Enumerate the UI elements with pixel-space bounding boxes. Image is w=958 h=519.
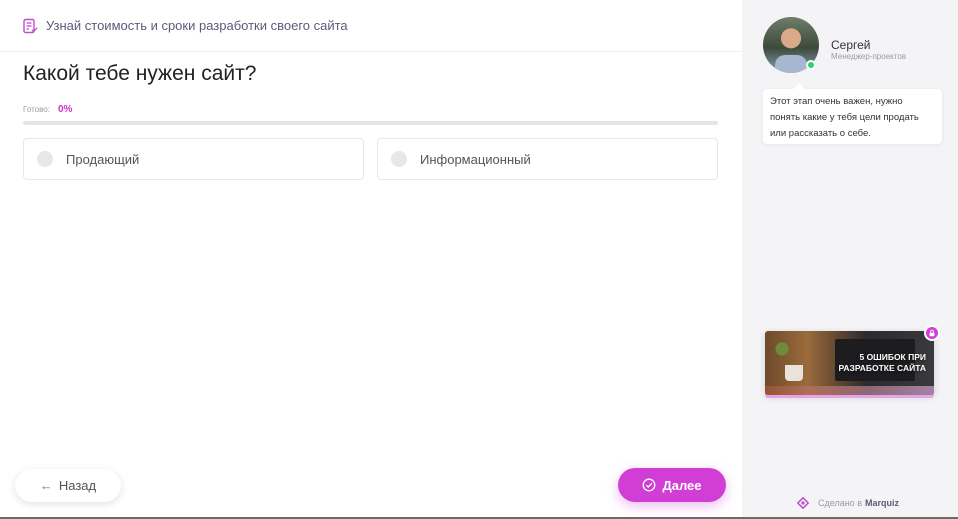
progress-percent: 0% <box>57 104 73 115</box>
quiz-header: Узнай стоимость и сроки разработки своег… <box>0 0 742 52</box>
back-button-label: Назад <box>58 478 97 493</box>
arrow-left-icon: ← <box>39 478 53 493</box>
promo-banner-text: 5 ОШИБОК ПРИ РАЗРАБОТКЕ САЙТА <box>838 352 926 373</box>
option-informational[interactable]: Информационный <box>377 138 718 180</box>
progress-bar <box>23 121 718 125</box>
manager-message: Этот этап очень важен, нужно понять каки… <box>763 83 942 144</box>
check-circle-icon <box>643 478 656 492</box>
manager-sidebar: Сергей Менеджер-проектов Этот этап очень… <box>742 0 958 519</box>
made-by-text: Сделано в <box>818 498 862 508</box>
quiz-header-title: Узнай стоимость и сроки разработки своег… <box>46 18 348 33</box>
option-radio[interactable] <box>391 151 407 167</box>
form-list-icon <box>23 18 38 33</box>
promo-banner[interactable]: 5 ОШИБОК ПРИ РАЗРАБОТКЕ САЙТА <box>765 331 934 395</box>
manager-name: Сергей <box>831 38 871 52</box>
lock-icon <box>924 325 940 341</box>
option-label: Продающий <box>66 151 140 167</box>
manager-role: Менеджер-проектов <box>831 52 907 61</box>
question-title: Какой тебе нужен сайт? <box>23 62 257 85</box>
quiz-main-panel: Узнай стоимость и сроки разработки своег… <box>0 0 742 519</box>
online-status-indicator <box>806 60 816 70</box>
made-by-brand: Marquiz <box>864 498 899 508</box>
option-radio[interactable] <box>37 151 53 167</box>
progress-label: Готово: 0% <box>23 104 72 115</box>
next-button-label: Далее <box>662 477 702 493</box>
made-by-link[interactable]: Сделано в Marquiz <box>797 497 899 509</box>
back-button[interactable]: ← Назад <box>15 469 121 502</box>
next-button[interactable]: Далее <box>618 468 726 502</box>
option-label: Информационный <box>420 151 531 167</box>
option-selling[interactable]: Продающий <box>23 138 364 180</box>
marquiz-logo-icon <box>797 497 809 509</box>
progress-label-text: Готово: <box>23 105 50 114</box>
